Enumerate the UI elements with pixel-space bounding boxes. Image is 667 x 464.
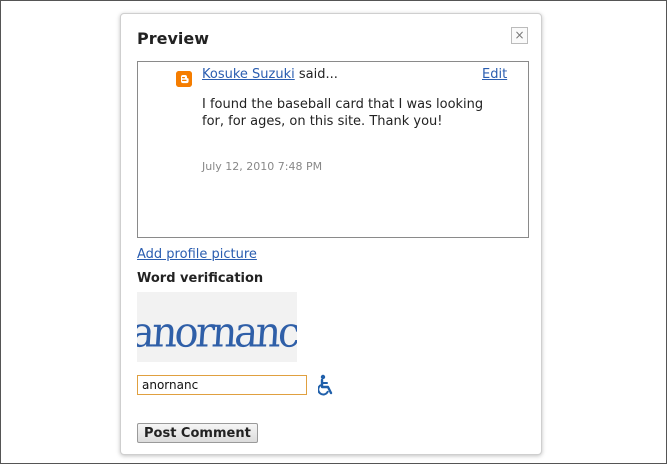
- comment-timestamp: July 12, 2010 7:48 PM: [202, 160, 323, 173]
- said-text: said...: [294, 67, 338, 82]
- preview-dialog: Preview × Kosuke Suzuki said... Edit I f…: [120, 13, 542, 455]
- close-icon[interactable]: ×: [511, 27, 528, 44]
- comment-preview-box: Kosuke Suzuki said... Edit I found the b…: [137, 61, 529, 238]
- edit-link[interactable]: Edit: [482, 67, 507, 82]
- add-profile-picture-link[interactable]: Add profile picture: [137, 247, 257, 262]
- captcha-word: anornanc: [137, 308, 297, 357]
- captcha-image: anornanc: [129, 292, 301, 362]
- window-border-left: [0, 0, 1, 464]
- word-verification-input[interactable]: [137, 375, 307, 395]
- dialog-title: Preview: [137, 29, 210, 48]
- comment-author-line: Kosuke Suzuki said...: [202, 67, 338, 82]
- wheelchair-icon[interactable]: [317, 374, 336, 396]
- window-border-top: [0, 0, 667, 1]
- blogger-icon: [176, 71, 192, 87]
- comment-text: I found the baseball card that I was loo…: [202, 97, 484, 129]
- word-verification-label: Word verification: [137, 271, 264, 286]
- post-comment-button[interactable]: Post Comment: [137, 423, 258, 443]
- author-link[interactable]: Kosuke Suzuki: [202, 67, 295, 82]
